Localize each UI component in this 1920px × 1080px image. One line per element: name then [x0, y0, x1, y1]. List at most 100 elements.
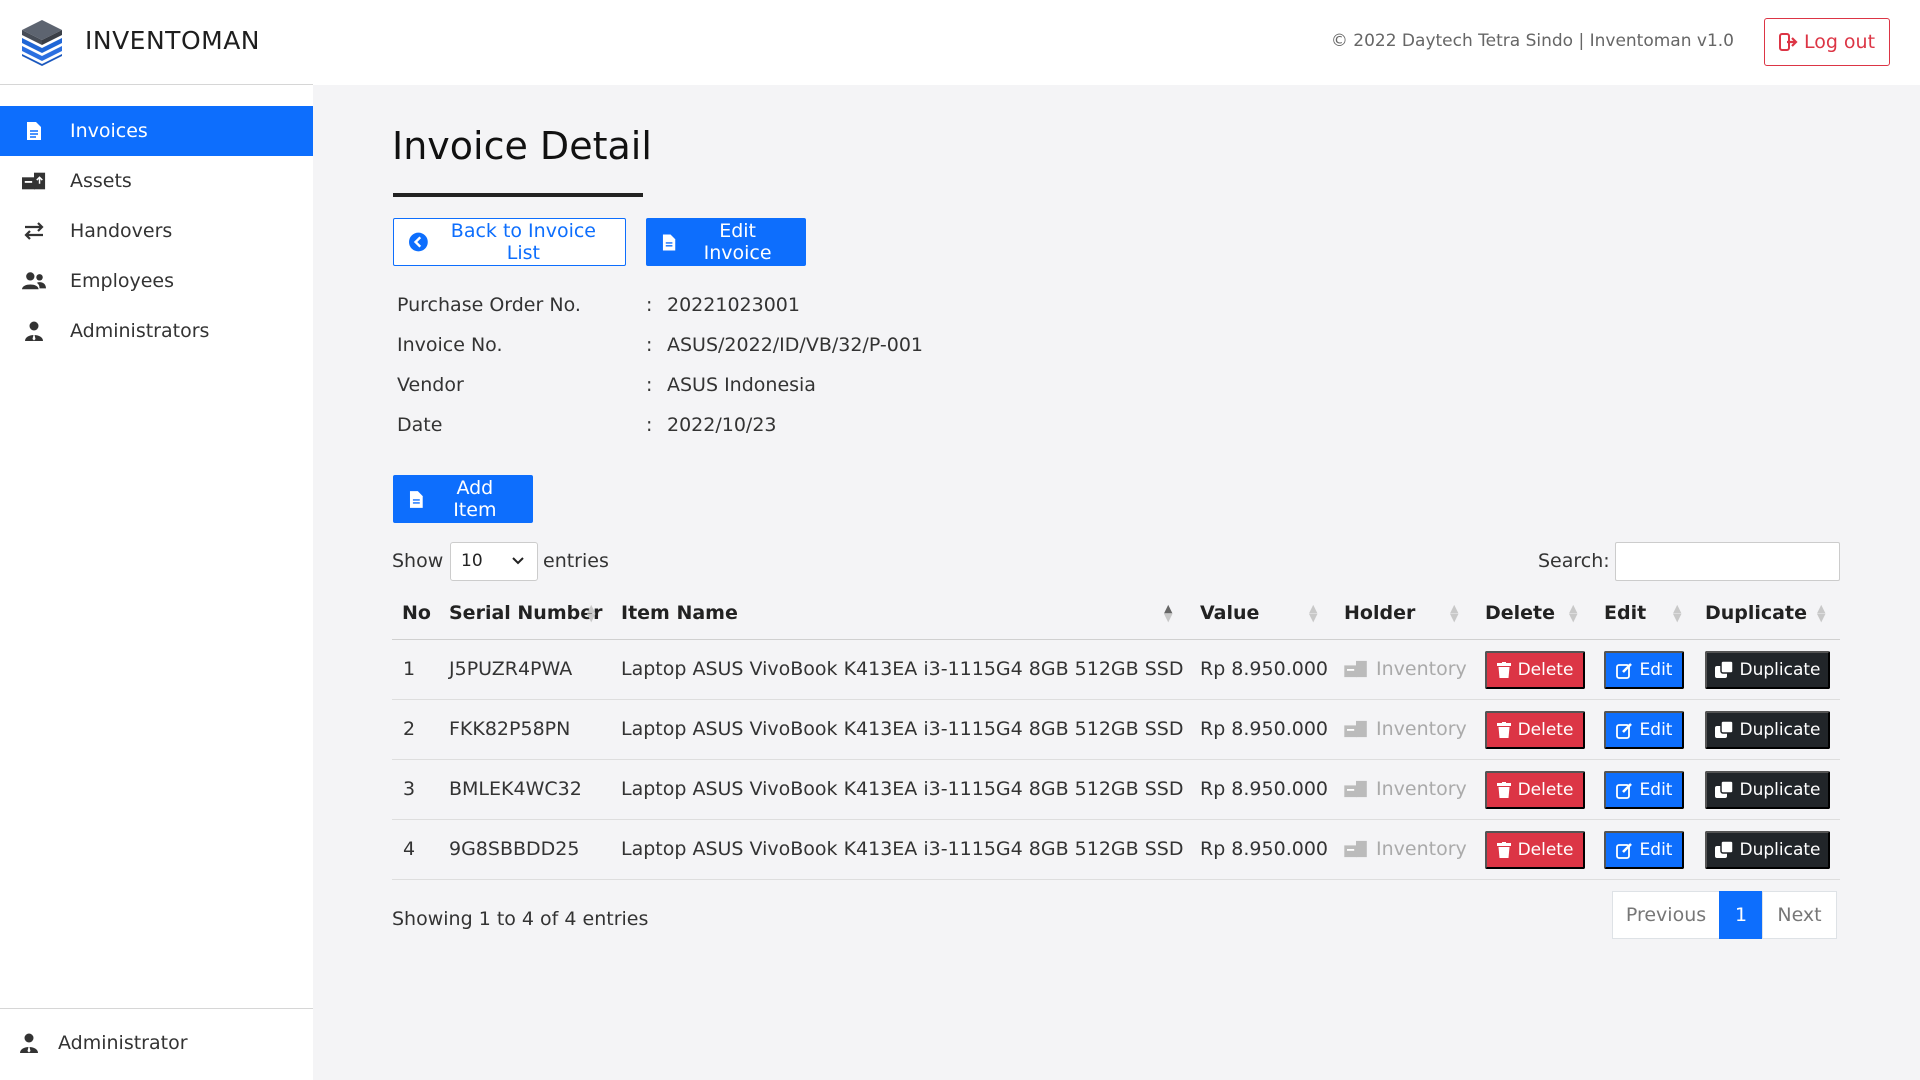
- table-header: No Serial Number ▲ ▼ Item Name ▲ ▼ Value ▲…: [392, 590, 1840, 640]
- sort-icon: ▲ ▼: [1309, 602, 1318, 624]
- trash-icon: [1496, 782, 1511, 798]
- title-underline: [393, 193, 643, 197]
- delete-button[interactable]: Delete: [1485, 771, 1585, 809]
- column-header-holder[interactable]: Holder: [1344, 602, 1415, 624]
- stack-logo-icon: [22, 20, 62, 66]
- sidebar-item-label: Employees: [70, 270, 174, 292]
- pagination-next[interactable]: Next: [1762, 891, 1837, 939]
- column-header-value[interactable]: Value: [1200, 602, 1259, 624]
- pagination: Previous 1 Next: [1612, 891, 1837, 939]
- cell-value: Rp 8.950.000: [1200, 778, 1328, 800]
- duplicate-button[interactable]: Duplicate: [1705, 771, 1830, 809]
- delete-button[interactable]: Delete: [1485, 711, 1585, 749]
- info-separator: :: [646, 414, 653, 436]
- cell-serial: 9G8SBBDD25: [449, 838, 580, 860]
- edit-icon: [1615, 842, 1632, 859]
- delete-label: Delete: [1517, 660, 1574, 680]
- cell-serial: BMLEK4WC32: [449, 778, 582, 800]
- add-item-label: Add Item: [453, 477, 497, 521]
- info-value: 2022/10/23: [667, 414, 777, 436]
- duplicate-button[interactable]: Duplicate: [1705, 651, 1830, 689]
- sort-icon: ▲ ▼: [1164, 602, 1173, 624]
- info-separator: :: [646, 294, 653, 316]
- pagination-page-1[interactable]: 1: [1719, 891, 1763, 939]
- column-header-duplicate[interactable]: Duplicate: [1705, 602, 1807, 624]
- copy-icon: [1714, 661, 1733, 678]
- trash-icon: [1496, 722, 1511, 738]
- sidebar-item-administrators[interactable]: Administrators: [0, 306, 313, 356]
- edit-label: Edit: [1639, 720, 1673, 740]
- sort-icon: ▲ ▼: [1450, 602, 1459, 624]
- brand: INVENTOMAN: [0, 0, 313, 85]
- sign-out-icon: [1778, 33, 1798, 51]
- column-header-edit[interactable]: Edit: [1604, 602, 1646, 624]
- search-input[interactable]: [1615, 542, 1840, 581]
- sidebar-item-invoices[interactable]: Invoices: [0, 106, 313, 156]
- page-title: Invoice Detail: [392, 124, 652, 168]
- edit-label: Edit: [1639, 780, 1673, 800]
- column-header-no[interactable]: No: [402, 602, 431, 624]
- cell-no: 1: [403, 658, 416, 680]
- sort-icon: ▲ ▼: [587, 602, 596, 624]
- assets-icon: [1344, 660, 1367, 678]
- duplicate-button[interactable]: Duplicate: [1705, 831, 1830, 869]
- table-row: 1 J5PUZR4PWA Laptop ASUS VivoBook K413EA…: [392, 640, 1840, 700]
- delete-button[interactable]: Delete: [1485, 831, 1585, 869]
- page-size-select[interactable]: 10: [450, 542, 538, 581]
- chevron-down-icon: [512, 557, 524, 565]
- sidebar-item-assets[interactable]: Assets: [0, 156, 313, 206]
- cell-serial: J5PUZR4PWA: [449, 658, 573, 680]
- edit-button[interactable]: Edit: [1604, 771, 1684, 809]
- sidebar-item-label: Assets: [70, 170, 132, 192]
- top-bar: INVENTOMAN © 2022 Daytech Tetra Sindo | …: [0, 0, 1920, 85]
- sort-icon: ▲ ▼: [1817, 602, 1826, 624]
- assets-icon: [22, 170, 46, 192]
- info-key: Purchase Order No.: [397, 294, 581, 316]
- copy-icon: [1714, 841, 1733, 858]
- cell-holder[interactable]: Inventory: [1344, 718, 1467, 740]
- delete-label: Delete: [1517, 720, 1574, 740]
- cell-item-name: Laptop ASUS VivoBook K413EA i3-1115G4 8G…: [621, 778, 1184, 800]
- add-item-button[interactable]: Add Item: [393, 475, 533, 523]
- pagination-previous[interactable]: Previous: [1612, 891, 1720, 939]
- cell-holder[interactable]: Inventory: [1344, 778, 1467, 800]
- info-key: Date: [397, 414, 443, 436]
- user-tie-icon: [19, 1033, 41, 1055]
- copy-icon: [1714, 781, 1733, 798]
- chevron-circle-left-icon: [409, 232, 428, 252]
- sidebar-user[interactable]: Administrator: [0, 1008, 313, 1080]
- app-name: INVENTOMAN: [85, 26, 260, 55]
- entries-label: entries: [543, 550, 609, 572]
- table-info: Showing 1 to 4 of 4 entries: [392, 908, 649, 930]
- cell-value: Rp 8.950.000: [1200, 718, 1328, 740]
- sidebar-item-label: Handovers: [70, 220, 173, 242]
- edit-button[interactable]: Edit: [1604, 711, 1684, 749]
- sidebar-item-employees[interactable]: Employees: [0, 256, 313, 306]
- edit-label: Edit: [1639, 660, 1673, 680]
- sidebar: Invoices Assets Handovers Employees Admi…: [0, 85, 313, 1080]
- delete-button[interactable]: Delete: [1485, 651, 1585, 689]
- cell-holder[interactable]: Inventory: [1344, 658, 1467, 680]
- column-header-item-name[interactable]: Item Name: [621, 602, 738, 624]
- trash-icon: [1496, 842, 1511, 858]
- page-size-value: 10: [461, 551, 483, 571]
- cell-item-name: Laptop ASUS VivoBook K413EA i3-1115G4 8G…: [621, 838, 1184, 860]
- edit-button[interactable]: Edit: [1604, 831, 1684, 869]
- delete-label: Delete: [1517, 780, 1574, 800]
- edit-invoice-button[interactable]: Edit Invoice: [646, 218, 806, 266]
- file-icon: [662, 233, 676, 251]
- cell-holder[interactable]: Inventory: [1344, 838, 1467, 860]
- cell-value: Rp 8.950.000: [1200, 838, 1328, 860]
- column-header-delete[interactable]: Delete: [1485, 602, 1555, 624]
- table-row: 3 BMLEK4WC32 Laptop ASUS VivoBook K413EA…: [392, 760, 1840, 820]
- info-value: 20221023001: [667, 294, 800, 316]
- edit-button[interactable]: Edit: [1604, 651, 1684, 689]
- column-header-serial[interactable]: Serial Number: [449, 602, 602, 624]
- back-to-invoice-list-button[interactable]: Back to Invoice List: [393, 218, 626, 266]
- cell-no: 4: [403, 838, 416, 860]
- sidebar-item-handovers[interactable]: Handovers: [0, 206, 313, 256]
- duplicate-button[interactable]: Duplicate: [1705, 711, 1830, 749]
- holder-label: Inventory: [1376, 718, 1467, 740]
- duplicate-label: Duplicate: [1739, 840, 1821, 860]
- logout-button[interactable]: Log out: [1764, 18, 1890, 66]
